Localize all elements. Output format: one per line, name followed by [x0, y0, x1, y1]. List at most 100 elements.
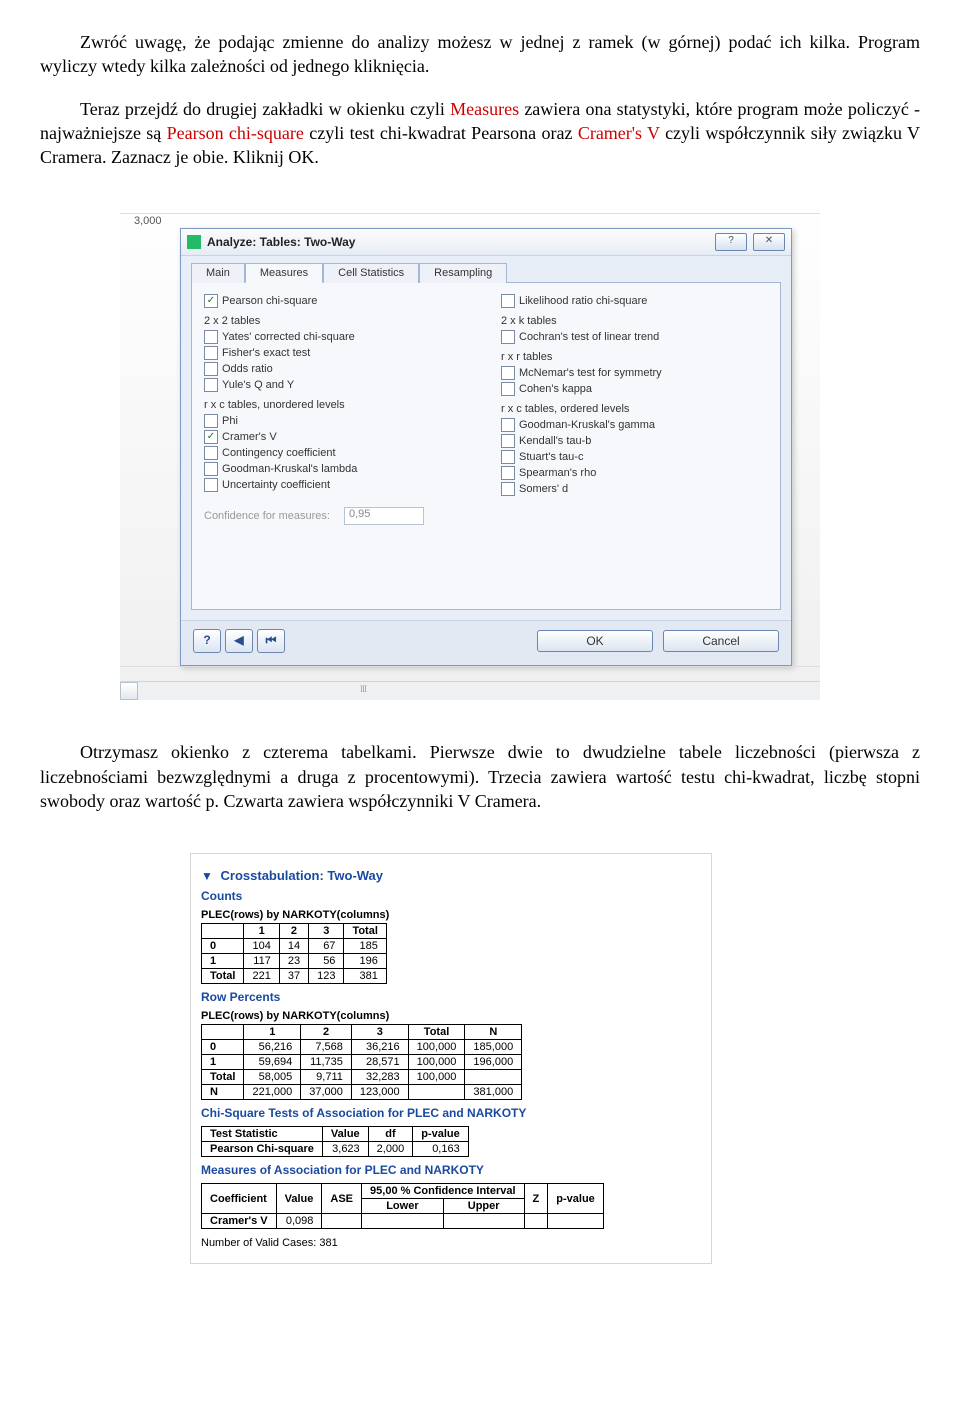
help-button[interactable]: ? [715, 233, 747, 251]
cell [362, 1214, 444, 1229]
bg-cell: 3,000 [120, 213, 820, 228]
table-header: Value [322, 1127, 368, 1142]
results-panel: ▼ Crosstabulation: Two-Way Counts PLEC(r… [190, 853, 712, 1264]
checkbox-pearson-chisq[interactable]: ✓ Pearson chi-square [204, 293, 471, 309]
cell: 123,000 [351, 1085, 408, 1100]
back-button[interactable]: ◀ [225, 629, 253, 653]
tab-resampling[interactable]: Resampling [419, 263, 507, 283]
checkbox-fisher[interactable]: Fisher's exact test [204, 345, 471, 361]
checkbox-icon [501, 434, 515, 448]
checkbox-yulesq[interactable]: Yule's Q and Y [204, 377, 471, 393]
counts-subhead: PLEC(rows) by NARKOTY(columns) [201, 909, 701, 921]
checkbox-icon [501, 482, 515, 496]
cell: 14 [279, 939, 308, 954]
cell [408, 1085, 465, 1100]
cell: 58,005 [244, 1070, 301, 1085]
cell: 1 [202, 1055, 244, 1070]
checkbox-likelihood[interactable]: Likelihood ratio chi-square [501, 293, 768, 309]
cell: 0,163 [413, 1142, 469, 1157]
checkbox-icon [204, 462, 218, 476]
rewind-button[interactable]: ⏮ [257, 629, 285, 653]
checkbox-icon [204, 362, 218, 376]
cell: 0 [202, 1040, 244, 1055]
cell: 117 [244, 954, 279, 969]
counts-table: 1 2 3 Total 01041467185 11172356196 Tota… [201, 923, 387, 984]
table-header: 1 [244, 924, 279, 939]
checkbox-label: Yates' corrected chi-square [222, 331, 355, 343]
cell: 196 [344, 954, 386, 969]
dialog-window: Analyze: Tables: Two-Way ? ✕ Main Measur… [180, 228, 792, 666]
cell: 185,000 [465, 1040, 522, 1055]
cell: 56,216 [244, 1040, 301, 1055]
table-row: 159,69411,73528,571100,000196,000 [202, 1055, 522, 1070]
checkbox-label: Contingency coefficient [222, 447, 336, 459]
dialog-title: Analyze: Tables: Two-Way [207, 235, 709, 249]
close-button[interactable]: ✕ [753, 233, 785, 251]
checkbox-cochran[interactable]: Cochran's test of linear trend [501, 329, 768, 345]
checkbox-kappa[interactable]: Cohen's kappa [501, 381, 768, 397]
checkbox-yates[interactable]: Yates' corrected chi-square [204, 329, 471, 345]
check-icon: ✓ [204, 294, 218, 308]
cell: 123 [309, 969, 344, 984]
table-header-row: Coefficient Value ASE 95,00 % Confidence… [202, 1184, 604, 1199]
table-header [202, 1025, 244, 1040]
checkbox-mcnemar[interactable]: McNemar's test for symmetry [501, 365, 768, 381]
cell: 100,000 [408, 1040, 465, 1055]
checkbox-somers[interactable]: Somers' d [501, 481, 768, 497]
checkbox-kendall[interactable]: Kendall's tau-b [501, 433, 768, 449]
cell: 67 [309, 939, 344, 954]
checkbox-label: Phi [222, 415, 238, 427]
p2-a: Teraz przejdź do drugiej zakładki w okie… [80, 99, 450, 119]
cell: 185 [344, 939, 386, 954]
help-icon-button[interactable]: ? [193, 629, 221, 653]
group-rxc-unordered: r x c tables, unordered levels [204, 399, 471, 411]
checkbox-gk-gamma[interactable]: Goodman-Kruskal's gamma [501, 417, 768, 433]
ok-button[interactable]: OK [537, 630, 653, 652]
checkbox-gk-lambda[interactable]: Goodman-Kruskal's lambda [204, 461, 471, 477]
table-header: 1 [244, 1025, 301, 1040]
confidence-label: Confidence for measures: [204, 510, 330, 522]
table-row: 056,2167,56836,216100,000185,000 [202, 1040, 522, 1055]
tab-measures[interactable]: Measures [245, 263, 323, 283]
cell: Pearson Chi-square [202, 1142, 323, 1157]
table-header: df [368, 1127, 413, 1142]
paragraph-3: Otrzymasz okienko z czterema tabelkami. … [40, 740, 920, 813]
tab-main[interactable]: Main [191, 263, 245, 283]
checkbox-phi[interactable]: Phi [204, 413, 471, 429]
cell: Total [202, 1070, 244, 1085]
table-header: Total [408, 1025, 465, 1040]
checkbox-label: Yule's Q and Y [222, 379, 294, 391]
confidence-input[interactable]: 0,95 [344, 507, 424, 525]
table-header: p-value [413, 1127, 469, 1142]
group-rxr: r x r tables [501, 351, 768, 363]
check-icon: ✓ [204, 430, 218, 444]
table-header [202, 924, 244, 939]
checkbox-spearman[interactable]: Spearman's rho [501, 465, 768, 481]
checkbox-icon [204, 414, 218, 428]
cell: 0 [202, 939, 244, 954]
cell: 196,000 [465, 1055, 522, 1070]
checkbox-stuart[interactable]: Stuart's tau-c [501, 449, 768, 465]
triangle-down-icon[interactable]: ▼ [201, 869, 213, 883]
table-header: 2 [279, 924, 308, 939]
cell: 221,000 [244, 1085, 301, 1100]
table-header: 2 [301, 1025, 352, 1040]
table-header-row: Test Statistic Value df p-value [202, 1127, 469, 1142]
checkbox-label: Fisher's exact test [222, 347, 310, 359]
scrollbar-fragment[interactable] [120, 681, 820, 700]
cell: 23 [279, 954, 308, 969]
checkbox-uncertainty[interactable]: Uncertainty coefficient [204, 477, 471, 493]
cell: 3,623 [322, 1142, 368, 1157]
checkbox-cramersv[interactable]: ✓ Cramer's V [204, 429, 471, 445]
cell [443, 1214, 524, 1229]
checkbox-label: Cramer's V [222, 431, 277, 443]
checkbox-icon [204, 478, 218, 492]
tab-cellstats[interactable]: Cell Statistics [323, 263, 419, 283]
cell: 7,568 [301, 1040, 352, 1055]
table-row: Cramer's V 0,098 [202, 1214, 604, 1229]
checkbox-oddsratio[interactable]: Odds ratio [204, 361, 471, 377]
cancel-button[interactable]: Cancel [663, 630, 779, 652]
checkbox-icon [204, 330, 218, 344]
p2-c: czyli test chi-kwadrat Pearsona oraz [309, 123, 578, 143]
checkbox-contingency[interactable]: Contingency coefficient [204, 445, 471, 461]
